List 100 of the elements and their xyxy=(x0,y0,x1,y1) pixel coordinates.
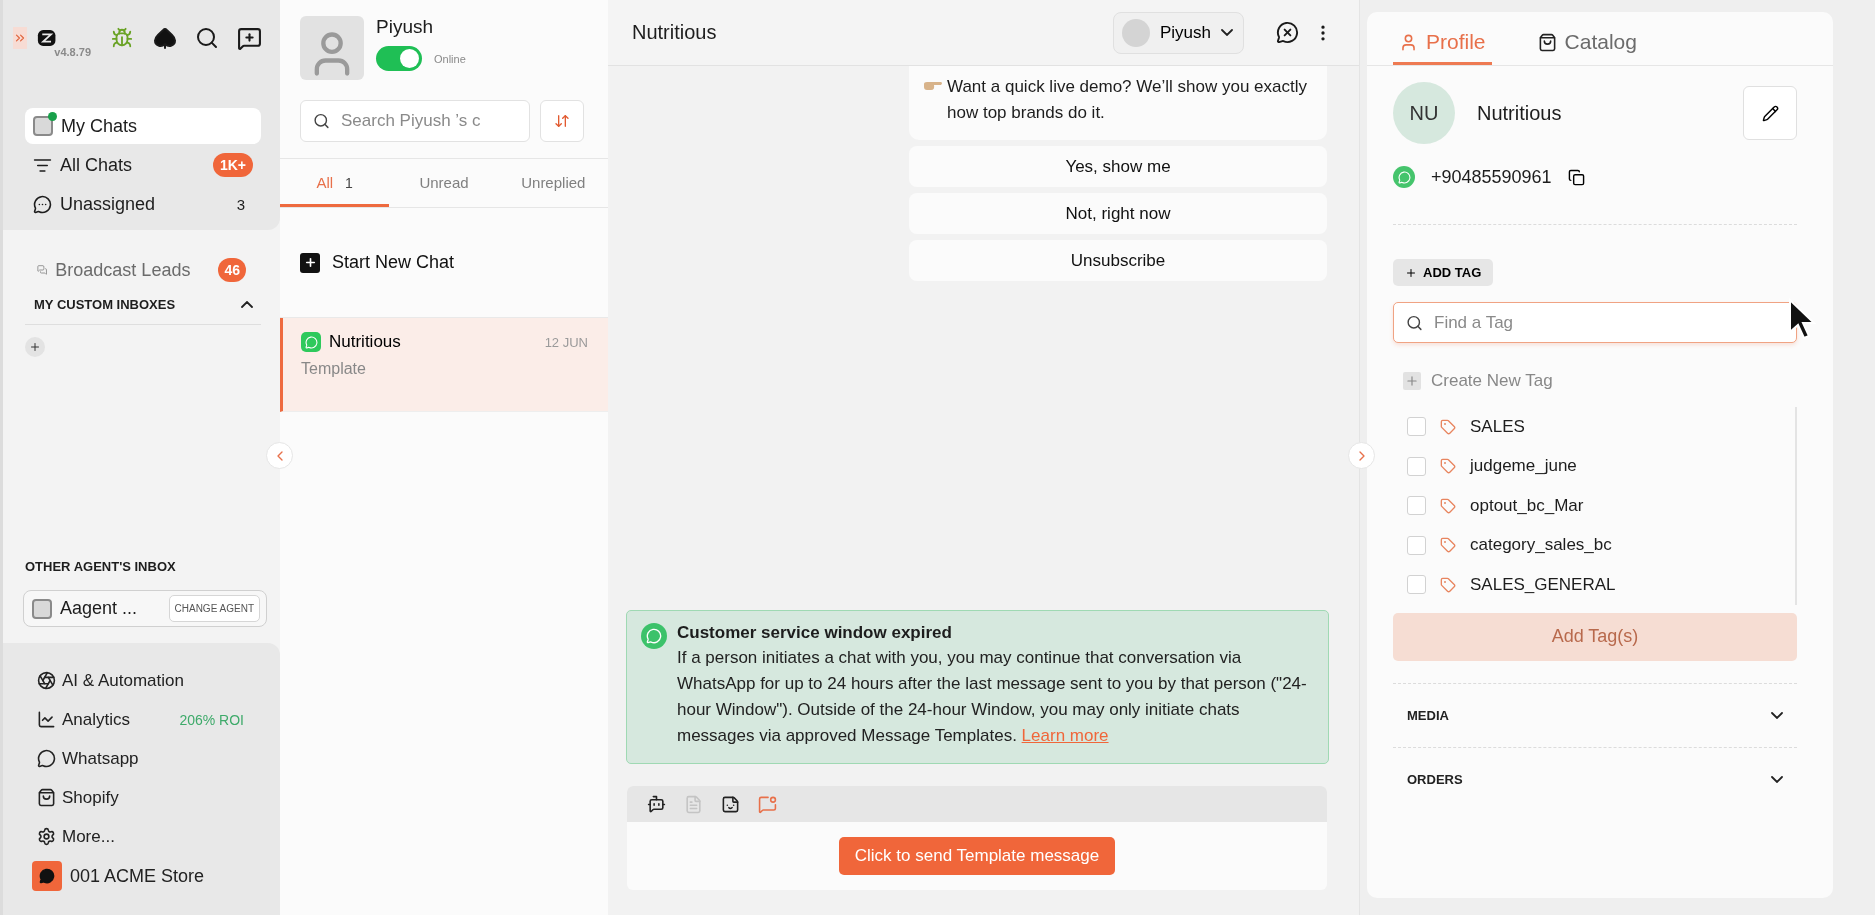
document-icon[interactable] xyxy=(684,794,703,814)
contact-name: Nutritious xyxy=(329,332,402,352)
nav-label: Unassigned xyxy=(60,193,157,215)
count-badge: 46 xyxy=(218,258,246,282)
chat-bubble-icon xyxy=(33,194,52,214)
tag-option[interactable]: category_sales_bc xyxy=(1393,525,1795,565)
filter-tab[interactable]: Unread xyxy=(389,159,499,207)
sort-arrows-icon xyxy=(554,113,570,129)
online-toggle[interactable] xyxy=(376,46,422,71)
tab-label: Unread xyxy=(419,174,469,191)
nav-label: My Chats xyxy=(61,115,139,137)
tag-name: SALES xyxy=(1470,416,1525,437)
checkbox[interactable] xyxy=(1407,496,1426,516)
avatar-placeholder xyxy=(300,16,364,80)
section-title: ORDERS xyxy=(1407,771,1463,787)
spade-icon[interactable] xyxy=(153,26,177,50)
menu-item[interactable]: Whatsapp xyxy=(37,739,260,778)
menu-item[interactable]: AI & Automation xyxy=(37,661,260,700)
tag-icon xyxy=(1440,418,1456,435)
contact-name: Nutritious xyxy=(1477,101,1563,125)
edit-button[interactable] xyxy=(1743,86,1797,140)
tag-option[interactable]: SALES_GENERAL xyxy=(1393,565,1795,605)
nav-item[interactable]: Unassigned 3 xyxy=(25,186,261,222)
new-message-icon[interactable] xyxy=(237,25,262,51)
nav-item[interactable]: All Chats 1K+ xyxy=(25,147,261,183)
message-preview: Template xyxy=(301,360,367,378)
search-field[interactable]: Search Piyush ’s c xyxy=(300,100,530,142)
panel-tab[interactable]: Catalog xyxy=(1531,30,1643,65)
plus-icon xyxy=(1405,266,1417,279)
sort-button[interactable] xyxy=(540,100,584,142)
status-label: Online xyxy=(434,52,466,65)
quick-reply-button[interactable]: Yes, show me xyxy=(909,146,1327,187)
menu-label: Shopify xyxy=(62,787,119,808)
contact-avatar: NU xyxy=(1393,82,1455,144)
filter-tab[interactable]: Unreplied xyxy=(498,159,608,207)
avatar-icon xyxy=(1121,18,1150,47)
nav-label: All Chats xyxy=(60,154,134,176)
settings-icon xyxy=(37,827,56,846)
filter-tab[interactable]: All 1 xyxy=(280,159,390,207)
bug-icon[interactable] xyxy=(111,27,133,49)
copy-icon[interactable] xyxy=(1567,168,1585,186)
tag-name: judgeme_june xyxy=(1470,456,1577,477)
notice-title: Customer service window expired xyxy=(677,623,953,643)
plus-icon xyxy=(300,252,320,273)
version-label: v4.8.79 xyxy=(54,46,91,58)
store-logo-icon xyxy=(32,861,62,891)
tag-icon xyxy=(1440,497,1456,514)
add-inbox-button[interactable] xyxy=(25,337,45,357)
tag-option[interactable]: judgeme_june xyxy=(1393,446,1795,486)
bot-icon[interactable] xyxy=(647,794,666,814)
tab-label: Unreplied xyxy=(521,174,586,191)
quick-reply-button[interactable]: Not, right now xyxy=(909,193,1327,234)
double-chevron-icon xyxy=(13,31,27,45)
checkbox[interactable] xyxy=(1407,575,1426,595)
chat-bubbles-icon xyxy=(37,263,48,277)
menu-item[interactable]: Shopify xyxy=(37,778,260,817)
change-agent-button[interactable]: CHANGE AGENT xyxy=(168,595,260,622)
quick-reply-button[interactable]: Unsubscribe xyxy=(909,240,1327,281)
store-switcher[interactable]: 001 ACME Store xyxy=(32,856,260,896)
chat-list-item[interactable]: Nutritious 12 JUN Template xyxy=(280,318,608,412)
collapsible-section[interactable]: ORDERS xyxy=(1393,746,1797,811)
collapsible-section[interactable]: MEDIA xyxy=(1393,682,1797,747)
tab-count: 1 xyxy=(345,174,353,191)
count-label: 3 xyxy=(236,195,246,213)
whatsapp-icon xyxy=(301,332,321,352)
expand-button[interactable] xyxy=(13,27,27,49)
notice-text: If a person initiates a chat with you, you may continue that conversation via WhatsApp for up to 24 hours after the last message sent to you by that person ("24-hour Window"). Outside of the 24-hour Window, you may only initiate chats messages via approved Message Templates. Learn more xyxy=(677,647,1308,747)
menu-item[interactable]: Analytics 206% ROI xyxy=(37,700,260,739)
whatsapp-icon xyxy=(1393,166,1415,188)
search-icon[interactable] xyxy=(195,26,219,50)
user-name: Piyush xyxy=(376,16,435,38)
message-text: Want a quick live demo? We’ll show you exactly how top brands do it. xyxy=(947,76,1308,124)
shopping-bag-icon xyxy=(37,788,56,807)
phone-number: +90485590961 xyxy=(1431,166,1552,188)
sticker-icon[interactable] xyxy=(721,794,740,814)
checkbox[interactable] xyxy=(1407,456,1426,476)
chat-dot-icon[interactable] xyxy=(758,794,777,814)
tag-search-field[interactable]: Find a Tag xyxy=(1393,302,1797,343)
menu-item[interactable]: More... xyxy=(37,817,260,856)
pointing-hand-icon xyxy=(923,80,943,92)
count-badge: 1K+ xyxy=(212,153,253,177)
add-tag-button[interactable]: ADD TAG xyxy=(1393,259,1494,286)
section-title: MEDIA xyxy=(1407,707,1449,723)
nav-item[interactable]: My Chats xyxy=(25,108,261,144)
tag-option[interactable]: SALES xyxy=(1393,407,1795,447)
plus-icon xyxy=(29,341,41,353)
tag-icon xyxy=(1440,576,1456,593)
tag-option[interactable]: optout_bc_Mar xyxy=(1393,486,1795,526)
tag-name: optout_bc_Mar xyxy=(1470,495,1584,516)
close-chat-icon[interactable] xyxy=(1276,21,1299,44)
checkbox[interactable] xyxy=(1407,417,1426,437)
broadcast-leads-item[interactable]: Broadcast Leads 46 xyxy=(25,255,258,285)
assignee-dropdown[interactable]: Piyush xyxy=(1112,11,1244,54)
menu-label: Whatsapp xyxy=(62,748,139,769)
tab-label: All xyxy=(316,174,334,191)
create-tag-button[interactable]: Create New Tag xyxy=(1393,369,1797,393)
checkbox[interactable] xyxy=(1407,535,1426,555)
section-title: OTHER AGENT'S INBOX xyxy=(25,559,177,574)
store-name: 001 ACME Store xyxy=(70,865,205,887)
whatsapp-icon xyxy=(641,623,667,649)
